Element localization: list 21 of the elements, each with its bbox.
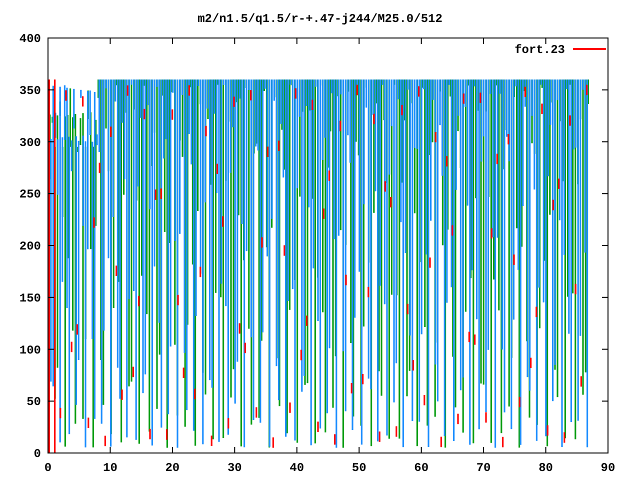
x-axis-label: 60: [414, 461, 429, 475]
y-axis-label: 300: [19, 136, 41, 150]
x-axis-label: 0: [44, 461, 52, 475]
plot-title: m2/n1.5/q1.5/r-+.47-j244/M25.0/512: [198, 12, 442, 26]
x-axis-label: 50: [352, 461, 366, 475]
x-axis-label: 40: [290, 461, 304, 475]
y-axis-label: 350: [19, 84, 41, 98]
x-axis-label: 10: [103, 461, 118, 475]
y-axis-label: 200: [19, 240, 41, 254]
x-axis-label: 70: [476, 461, 491, 475]
y-axis-label: 400: [19, 32, 41, 46]
y-axis-label: 250: [19, 188, 41, 202]
legend-label: fort.23: [514, 43, 565, 57]
x-axis-label: 80: [538, 461, 553, 475]
x-axis-label: 90: [600, 461, 616, 475]
y-axis-label: 0: [34, 447, 41, 461]
y-axis-label: 100: [19, 343, 41, 358]
x-axis-label: 20: [165, 461, 180, 475]
y-axis-label: 50: [26, 395, 41, 410]
y-axis-label: 150: [19, 291, 41, 306]
x-axis-label: 30: [227, 461, 242, 475]
